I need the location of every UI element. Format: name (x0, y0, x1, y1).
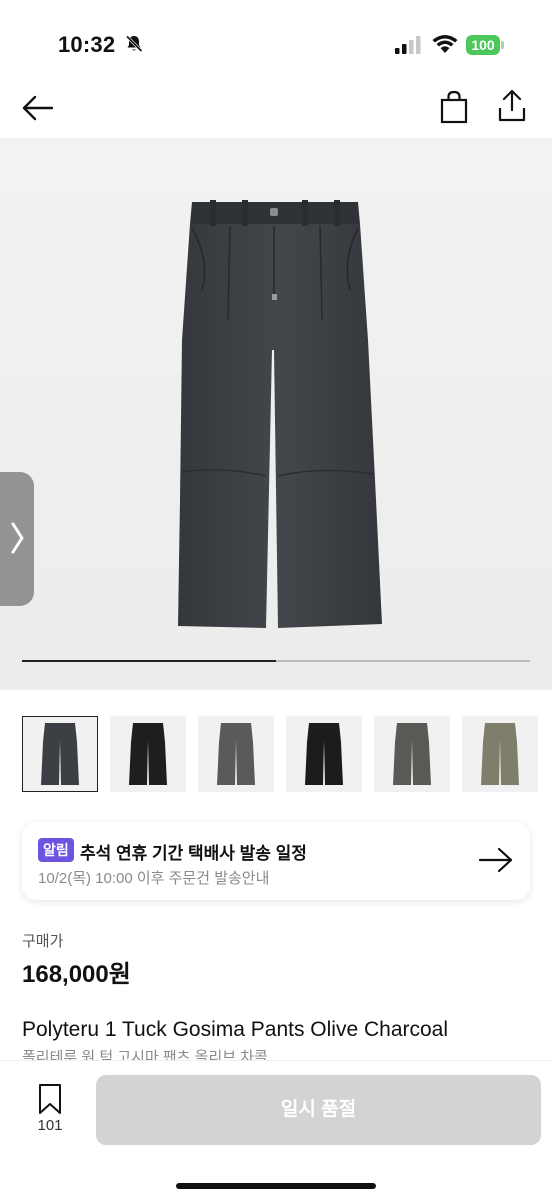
sold-out-button[interactable]: 일시 품절 (96, 1075, 541, 1145)
thumbnail-5[interactable] (374, 716, 450, 792)
status-time: 10:32 (58, 32, 116, 57)
thumbnail-pants-image (481, 723, 519, 785)
side-panel-tab[interactable] (0, 472, 34, 606)
signal-icon (395, 36, 421, 54)
bookmark-button[interactable]: 101 (30, 1083, 70, 1143)
back-arrow-icon[interactable] (18, 88, 58, 128)
bookmark-icon (39, 1084, 61, 1114)
thumbnail-pants-image (393, 723, 431, 785)
product-name: Polyteru 1 Tuck Gosima Pants Olive Charc… (22, 1018, 449, 1041)
battery-icon: 100 (466, 35, 504, 55)
thumbnail-pants-image (41, 723, 79, 785)
home-indicator (176, 1183, 376, 1189)
product-image-pants (178, 200, 382, 628)
price-label: 구매가 (22, 933, 64, 950)
bell-slash-icon (125, 35, 143, 53)
header-nav (0, 80, 552, 136)
gallery-progress-fill (22, 660, 276, 662)
thumbnail-2[interactable] (110, 716, 186, 792)
thumbnail-strip (22, 716, 552, 796)
battery-tip (501, 41, 504, 49)
gallery-progress-track (22, 660, 530, 662)
arrow-right-icon (478, 847, 513, 873)
bookmark-count: 101 (37, 1117, 63, 1134)
chevron-right-icon (11, 522, 24, 554)
bottom-action-bar: 101 일시 품절 (0, 1060, 552, 1200)
thumbnail-3[interactable] (198, 716, 274, 792)
thumbnail-1[interactable] (22, 716, 98, 792)
thumbnail-pants-image (305, 723, 343, 785)
battery-level: 100 (466, 35, 500, 55)
thumbnail-6[interactable] (462, 716, 538, 792)
wifi-icon (432, 35, 458, 53)
share-icon[interactable] (492, 86, 532, 126)
product-image-gallery[interactable] (0, 138, 552, 690)
notice-title: 추석 연휴 기간 택배사 발송 일정 (80, 844, 307, 863)
status-bar: 10:32 100 (0, 0, 552, 80)
thumbnail-pants-image (129, 723, 167, 785)
notice-badge: 알림 (38, 838, 74, 862)
shopping-bag-icon[interactable] (434, 88, 474, 128)
notice-subtitle: 10/2(목) 10:00 이후 주문건 발송안내 (38, 870, 270, 887)
price-value: 168,000원 (22, 961, 131, 988)
notice-card[interactable]: 알림 추석 연휴 기간 택배사 발송 일정 10/2(목) 10:00 이후 주… (22, 822, 530, 900)
thumbnail-4[interactable] (286, 716, 362, 792)
thumbnail-pants-image (217, 723, 255, 785)
